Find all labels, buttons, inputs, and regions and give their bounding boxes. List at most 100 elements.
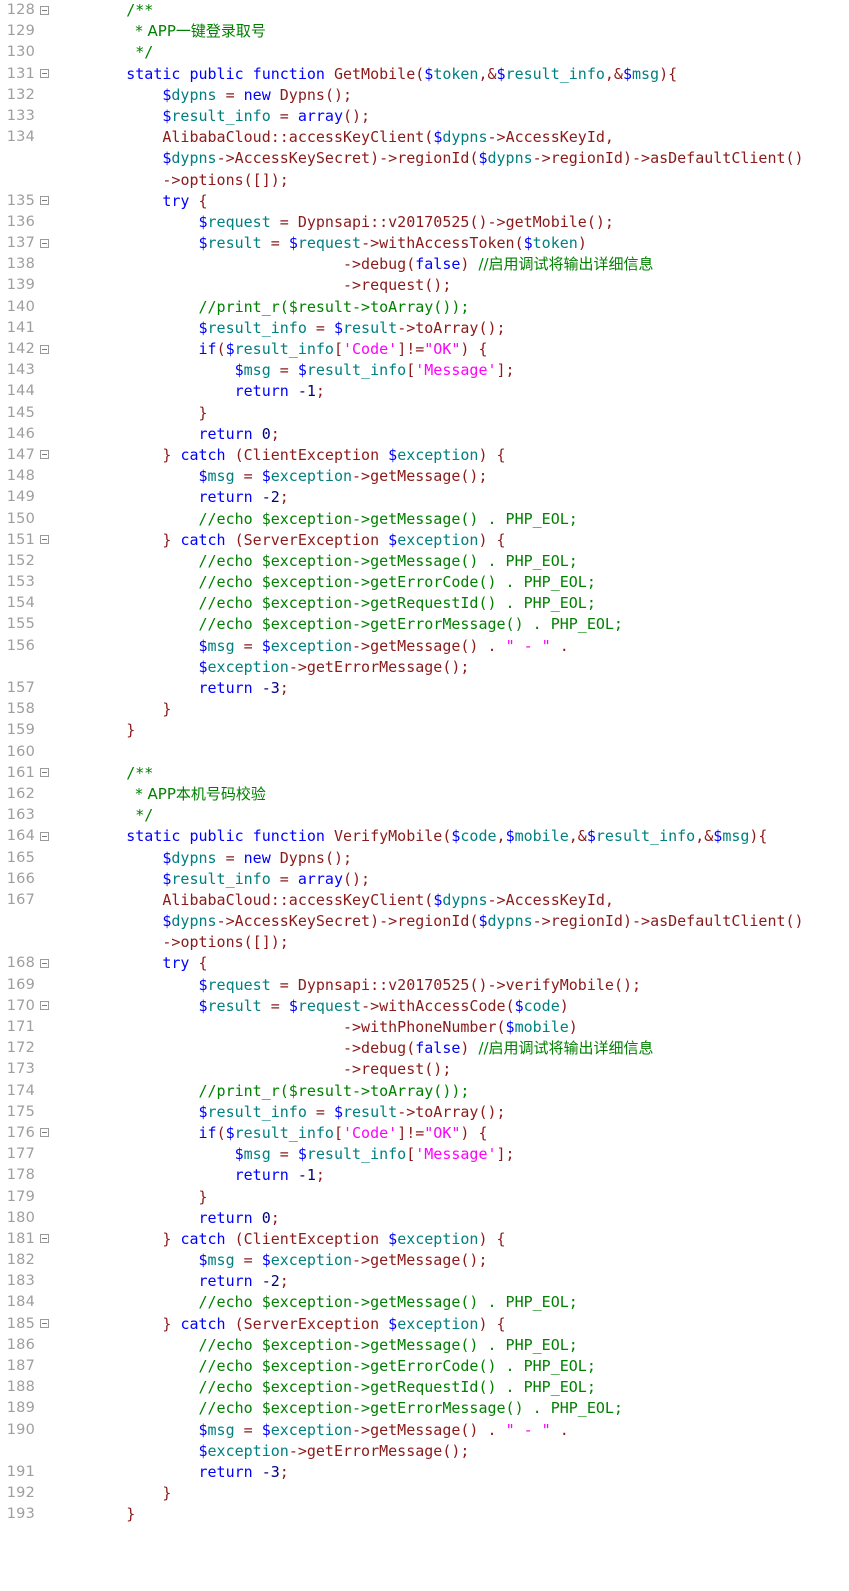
code-line[interactable]: 130 */ (0, 42, 849, 63)
code-text[interactable]: ->request(); (52, 1059, 849, 1080)
fold-collapse-icon[interactable] (39, 1314, 52, 1335)
code-text[interactable]: $msg = $result_info['Message']; (52, 360, 849, 381)
code-text[interactable]: //echo $exception->getErrorCode() . PHP_… (52, 572, 849, 593)
code-line[interactable]: 186 //echo $exception->getMessage() . PH… (0, 1335, 849, 1356)
code-line[interactable]: 181 } catch (ClientException $exception)… (0, 1229, 849, 1250)
code-line[interactable]: 165 $dypns = new Dypns(); (0, 848, 849, 869)
code-line[interactable]: 134 AlibabaCloud::accessKeyClient($dypns… (0, 127, 849, 148)
fold-collapse-icon[interactable] (39, 996, 52, 1017)
code-line[interactable]: 170 $result = $request->withAccessCode($… (0, 996, 849, 1017)
code-line[interactable]: 174 //print_r($result->toArray()); (0, 1081, 849, 1102)
code-line[interactable]: 169 $request = Dypnsapi::v20170525()->ve… (0, 975, 849, 996)
code-line[interactable]: 135 try { (0, 191, 849, 212)
code-text[interactable]: $dypns->AccessKeySecret)->regionId($dypn… (52, 148, 849, 169)
code-text[interactable]: return 0; (52, 424, 849, 445)
code-text[interactable]: } catch (ServerException $exception) { (52, 530, 849, 551)
code-text[interactable]: $msg = $exception->getMessage() . " - " … (52, 1420, 849, 1441)
fold-collapse-icon[interactable] (39, 445, 52, 466)
code-line[interactable]: ->options([]); (0, 170, 849, 191)
code-line[interactable]: ->options([]); (0, 932, 849, 953)
code-line[interactable]: 159 } (0, 720, 849, 741)
code-line[interactable]: 145 } (0, 403, 849, 424)
code-text[interactable]: /** (52, 763, 849, 784)
code-line[interactable]: 172 ->debug(false) //启用调试将输出详细信息 (0, 1038, 849, 1059)
code-line[interactable]: 182 $msg = $exception->getMessage(); (0, 1250, 849, 1271)
code-text[interactable]: $result_info = $result->toArray(); (52, 318, 849, 339)
code-text[interactable]: } (52, 1504, 849, 1525)
code-text[interactable]: //echo $exception->getMessage() . PHP_EO… (52, 551, 849, 572)
code-line[interactable]: 131 static public function GetMobile($to… (0, 64, 849, 85)
code-line[interactable]: 164 static public function VerifyMobile(… (0, 826, 849, 847)
code-text[interactable]: $request = Dypnsapi::v20170525()->getMob… (52, 212, 849, 233)
code-text[interactable]: return 0; (52, 1208, 849, 1229)
code-line[interactable]: $dypns->AccessKeySecret)->regionId($dypn… (0, 911, 849, 932)
fold-collapse-icon[interactable] (39, 0, 52, 21)
code-line[interactable]: 128 /** (0, 0, 849, 21)
code-line[interactable]: 184 //echo $exception->getMessage() . PH… (0, 1292, 849, 1313)
code-text[interactable]: return -2; (52, 487, 849, 508)
code-text[interactable]: //echo $exception->getErrorCode() . PHP_… (52, 1356, 849, 1377)
code-text[interactable]: $result = $request->withAccessToken($tok… (52, 233, 849, 254)
code-text[interactable]: return -2; (52, 1271, 849, 1292)
code-text[interactable]: //echo $exception->getErrorMessage() . P… (52, 1398, 849, 1419)
code-line[interactable]: 183 return -2; (0, 1271, 849, 1292)
code-line[interactable]: 151 } catch (ServerException $exception)… (0, 530, 849, 551)
code-text[interactable]: $msg = $exception->getMessage(); (52, 466, 849, 487)
fold-collapse-icon[interactable] (39, 64, 52, 85)
code-line[interactable]: 149 return -2; (0, 487, 849, 508)
code-line[interactable]: 142 if($result_info['Code']!="OK") { (0, 339, 849, 360)
code-line[interactable]: 176 if($result_info['Code']!="OK") { (0, 1123, 849, 1144)
code-line[interactable]: 141 $result_info = $result->toArray(); (0, 318, 849, 339)
code-text[interactable]: ->withPhoneNumber($mobile) (52, 1017, 849, 1038)
code-text[interactable]: $msg = $exception->getMessage(); (52, 1250, 849, 1271)
code-text[interactable]: } catch (ClientException $exception) { (52, 1229, 849, 1250)
code-line[interactable]: 140 //print_r($result->toArray()); (0, 297, 849, 318)
fold-collapse-icon[interactable] (39, 763, 52, 784)
code-text[interactable]: * APP一键登录取号 (52, 21, 849, 42)
code-line[interactable]: 147 } catch (ClientException $exception)… (0, 445, 849, 466)
fold-collapse-icon[interactable] (39, 233, 52, 254)
code-line[interactable]: 144 return -1; (0, 381, 849, 402)
code-line[interactable]: 156 $msg = $exception->getMessage() . " … (0, 636, 849, 657)
code-text[interactable]: } catch (ServerException $exception) { (52, 1314, 849, 1335)
code-text[interactable]: } (52, 1187, 849, 1208)
code-text[interactable]: //print_r($result->toArray()); (52, 297, 849, 318)
code-line[interactable]: 166 $result_info = array(); (0, 869, 849, 890)
code-line[interactable]: 167 AlibabaCloud::accessKeyClient($dypns… (0, 890, 849, 911)
code-text[interactable]: */ (52, 42, 849, 63)
code-line[interactable]: 179 } (0, 1187, 849, 1208)
code-line[interactable]: 190 $msg = $exception->getMessage() . " … (0, 1420, 849, 1441)
code-line[interactable]: 191 return -3; (0, 1462, 849, 1483)
fold-collapse-icon[interactable] (39, 1123, 52, 1144)
code-line[interactable]: 139 ->request(); (0, 275, 849, 296)
code-text[interactable]: $exception->getErrorMessage(); (52, 657, 849, 678)
code-text[interactable]: ->debug(false) //启用调试将输出详细信息 (52, 1038, 849, 1059)
code-text[interactable]: return -3; (52, 678, 849, 699)
code-text[interactable]: ->debug(false) //启用调试将输出详细信息 (52, 254, 849, 275)
code-text[interactable]: return -3; (52, 1462, 849, 1483)
fold-collapse-icon[interactable] (39, 826, 52, 847)
code-line[interactable]: 180 return 0; (0, 1208, 849, 1229)
code-text[interactable]: $result_info = array(); (52, 106, 849, 127)
code-text[interactable]: $dypns = new Dypns(); (52, 85, 849, 106)
code-text[interactable]: static public function VerifyMobile($cod… (52, 826, 849, 847)
code-line[interactable]: 158 } (0, 699, 849, 720)
code-text[interactable]: if($result_info['Code']!="OK") { (52, 1123, 849, 1144)
code-text[interactable]: } (52, 403, 849, 424)
code-line[interactable]: 161 /** (0, 763, 849, 784)
code-line[interactable]: 150 //echo $exception->getMessage() . PH… (0, 509, 849, 530)
code-line[interactable]: 175 $result_info = $result->toArray(); (0, 1102, 849, 1123)
fold-collapse-icon[interactable] (39, 191, 52, 212)
code-line[interactable]: 171 ->withPhoneNumber($mobile) (0, 1017, 849, 1038)
fold-collapse-icon[interactable] (39, 339, 52, 360)
code-line[interactable]: 163 */ (0, 805, 849, 826)
code-text[interactable]: $result_info = $result->toArray(); (52, 1102, 849, 1123)
code-line[interactable]: 143 $msg = $result_info['Message']; (0, 360, 849, 381)
code-line[interactable]: 162 * APP本机号码校验 (0, 784, 849, 805)
code-text[interactable]: try { (52, 191, 849, 212)
code-text[interactable]: return -1; (52, 1165, 849, 1186)
code-text[interactable]: $request = Dypnsapi::v20170525()->verify… (52, 975, 849, 996)
code-line[interactable]: 132 $dypns = new Dypns(); (0, 85, 849, 106)
code-text[interactable]: //echo $exception->getMessage() . PHP_EO… (52, 1335, 849, 1356)
code-text[interactable]: //echo $exception->getMessage() . PHP_EO… (52, 1292, 849, 1313)
